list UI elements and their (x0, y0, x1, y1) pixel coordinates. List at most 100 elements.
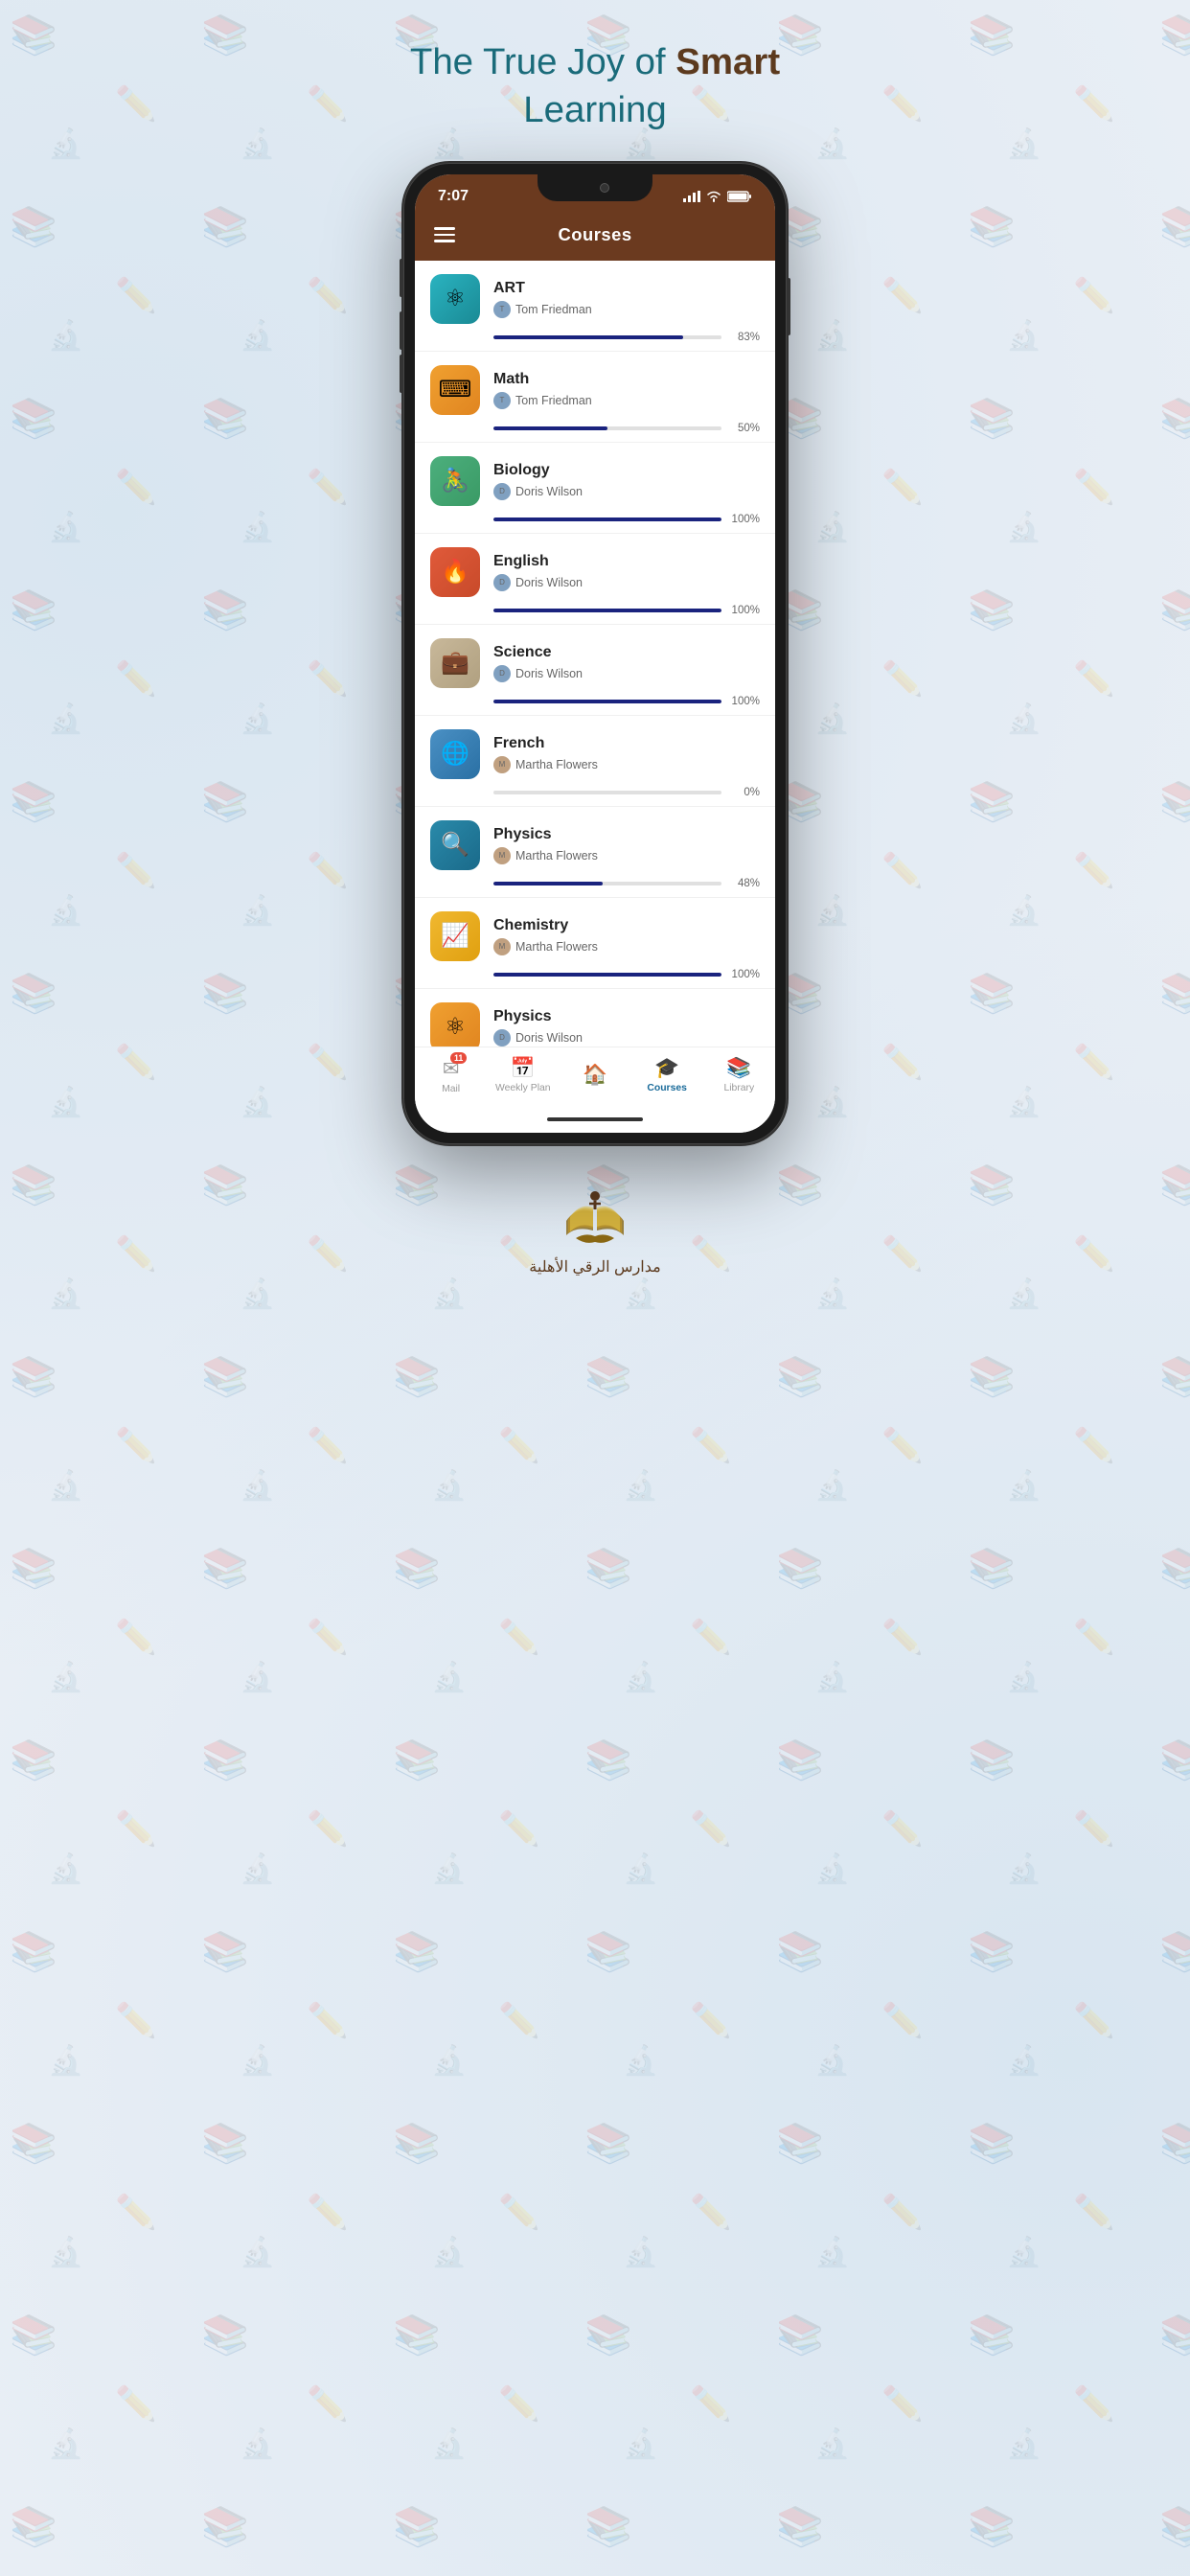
phone-frame: 7:07 (403, 163, 787, 1144)
mail-icon-wrap: ✉11 (443, 1057, 459, 1081)
progress-bar-fill (493, 335, 683, 339)
teacher-avatar: M (493, 938, 511, 955)
progress-bar-bg (493, 609, 721, 612)
course-item-math[interactable]: ⌨ Math T Tom Friedman 50% (415, 352, 775, 443)
nav-item-courses[interactable]: 🎓 Courses (638, 1057, 696, 1093)
progress-bar-bg (493, 882, 721, 886)
teacher-avatar: D (493, 665, 511, 682)
progress-bar-fill (493, 609, 721, 612)
home-icon: 🏠 (583, 1064, 607, 1087)
progress-percent: 100% (729, 605, 760, 616)
library-icon: 📚 (726, 1057, 751, 1080)
courses-list[interactable]: ⚛ ART T Tom Friedman 83% ⌨ Math T Tom Friedman 50… (415, 261, 775, 1046)
nav-item-home[interactable]: 🏠 (566, 1064, 624, 1087)
atom-icon-2: ⚛ (430, 1002, 480, 1046)
menu-icon[interactable] (434, 227, 455, 242)
signal-icon (683, 191, 700, 202)
search-icon: 🔍 (430, 820, 480, 870)
progress-bar-fill (493, 973, 721, 977)
progress-bar-fill (493, 882, 603, 886)
home-icon-wrap: 🏠 (583, 1064, 607, 1087)
teacher-name: Martha Flowers (515, 849, 598, 862)
teacher-avatar: D (493, 483, 511, 500)
teacher-name: Martha Flowers (515, 940, 598, 954)
course-teacher: D Doris Wilson (493, 665, 760, 682)
progress-percent: 100% (729, 969, 760, 980)
briefcase-icon: 💼 (430, 638, 480, 688)
course-item-science[interactable]: 💼ScienceDDoris Wilson100% (415, 625, 775, 716)
status-time: 7:07 (438, 188, 469, 205)
teacher-avatar: T (493, 301, 511, 318)
battery-icon (727, 191, 752, 202)
progress-percent: 100% (729, 696, 760, 707)
course-teacher: T Tom Friedman (493, 301, 760, 318)
progress-percent: 50% (729, 423, 760, 434)
hero-title: The True Joy of Smart Learning (410, 38, 780, 134)
library-label: Library (723, 1083, 754, 1093)
course-item-french[interactable]: 🌐 French MMartha Flowers 0% (415, 716, 775, 807)
progress-bar-bg (493, 335, 721, 339)
teacher-name: Tom Friedman (515, 394, 592, 407)
progress-bar-fill (493, 518, 721, 521)
teacher-avatar: M (493, 756, 511, 773)
page-wrapper: The True Joy of Smart Learning 7:07 (346, 38, 844, 1276)
bottom-nav: ✉11 Mail 📅Weekly Plan 🏠 🎓 Courses 📚 Library (415, 1046, 775, 1110)
app-header: Courses (415, 213, 775, 261)
progress-percent: 48% (729, 878, 760, 889)
progress-bar-bg (493, 700, 721, 703)
phone-screen: 7:07 (415, 174, 775, 1133)
course-name: Physics (493, 1008, 760, 1025)
progress-row: 100% (430, 696, 760, 707)
wifi-icon (706, 191, 721, 202)
courses-icon: 🎓 (654, 1057, 679, 1080)
library-icon-wrap: 📚 (726, 1057, 751, 1080)
course-item-chemistry[interactable]: 📈ChemistryMMartha Flowers100% (415, 898, 775, 989)
course-item-physics1[interactable]: 🔍PhysicsMMartha Flowers48% (415, 807, 775, 898)
atom-icon: ⚛ (430, 274, 480, 324)
progress-percent: 100% (729, 514, 760, 525)
mail-badge: 11 (450, 1052, 467, 1064)
camera (600, 183, 609, 193)
keyboard-icon: ⌨ (430, 365, 480, 415)
teacher-name: Doris Wilson (515, 485, 583, 498)
course-teacher: M Martha Flowers (493, 938, 760, 955)
course-teacher: MMartha Flowers (493, 847, 760, 864)
progress-bar-bg (493, 791, 721, 794)
progress-bar-bg (493, 426, 721, 430)
teacher-name: Doris Wilson (515, 667, 583, 680)
progress-row: 0% (430, 787, 760, 798)
nav-item-mail[interactable]: ✉11 Mail (423, 1057, 480, 1094)
course-teacher: T Tom Friedman (493, 392, 760, 409)
globe-icon: 🌐 (430, 729, 480, 779)
teacher-avatar: D (493, 574, 511, 591)
course-teacher: MMartha Flowers (493, 756, 760, 773)
course-name: Math (493, 371, 760, 388)
course-name: ART (493, 280, 760, 297)
course-item-art[interactable]: ⚛ ART T Tom Friedman 83% (415, 261, 775, 352)
course-name: Biology (493, 462, 760, 479)
school-logo-icon (557, 1173, 633, 1250)
teacher-avatar: T (493, 392, 511, 409)
course-item-physics2[interactable]: ⚛PhysicsDDoris Wilson100% (415, 989, 775, 1046)
course-teacher: D Doris Wilson (493, 483, 760, 500)
status-icons (683, 191, 752, 202)
progress-percent: 83% (729, 332, 760, 343)
teacher-name: Doris Wilson (515, 1031, 583, 1045)
progress-row: 50% (430, 423, 760, 434)
course-name: French (493, 735, 760, 752)
mail-label: Mail (442, 1084, 460, 1094)
nav-item-library[interactable]: 📚 Library (710, 1057, 767, 1093)
nav-item-weekly-plan[interactable]: 📅Weekly Plan (494, 1057, 552, 1093)
course-item-english[interactable]: 🔥EnglishDDoris Wilson100% (415, 534, 775, 625)
weekly-plan-icon: 📅 (511, 1057, 536, 1080)
teacher-name: Doris Wilson (515, 576, 583, 589)
course-teacher: D Doris Wilson (493, 574, 760, 591)
progress-row: 100% (430, 514, 760, 525)
chart-icon: 📈 (430, 911, 480, 961)
teacher-name: Tom Friedman (515, 303, 592, 316)
app-header-title: Courses (558, 224, 631, 245)
teacher-avatar: D (493, 1029, 511, 1046)
progress-bar-fill (493, 700, 721, 703)
courses-label: Courses (647, 1083, 687, 1093)
course-item-biology[interactable]: 🚴BiologyDDoris Wilson100% (415, 443, 775, 534)
